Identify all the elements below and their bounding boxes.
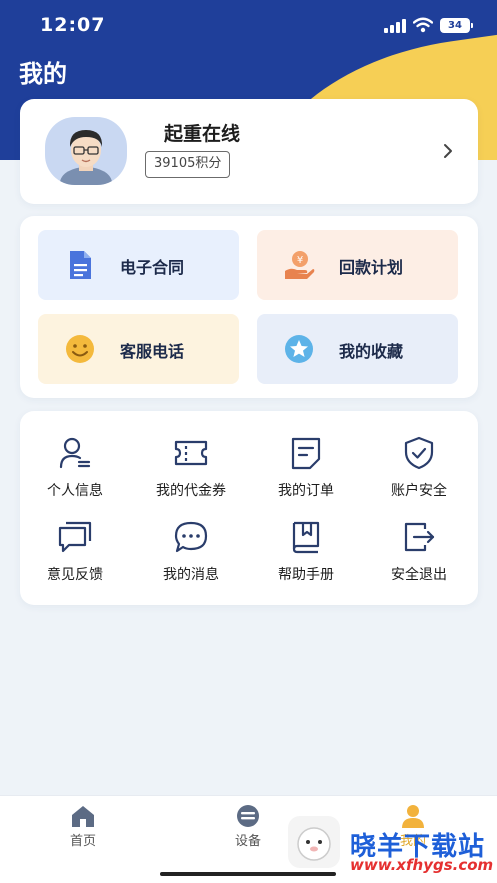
quick-action-label: 客服电话 bbox=[120, 342, 185, 361]
service-label: 个人信息 bbox=[47, 483, 103, 499]
device-icon bbox=[237, 805, 259, 827]
svg-text:¥: ¥ bbox=[297, 255, 303, 266]
smiley-service-icon bbox=[66, 335, 94, 363]
profile-card[interactable]: 起重在线 39105积分 bbox=[20, 99, 478, 204]
voucher-icon bbox=[174, 440, 208, 466]
quick-action-customer-service[interactable]: 客服电话 bbox=[38, 314, 239, 384]
service-personal-info[interactable]: 个人信息 bbox=[25, 435, 125, 507]
watermark-url: www.xfhygs.com bbox=[350, 856, 494, 874]
services-card: 个人信息 我的代金券 我的订单 账户安全 意见反馈 我的消息 帮助手册 安全退出 bbox=[20, 411, 478, 605]
tab-device[interactable]: 设备 bbox=[208, 804, 288, 849]
points-badge: 39105积分 bbox=[145, 151, 231, 178]
avatar bbox=[45, 117, 127, 185]
page-title: 我的 bbox=[19, 60, 67, 88]
service-label: 我的订单 bbox=[278, 483, 334, 499]
battery-icon: 34 bbox=[440, 18, 473, 33]
star-favorite-icon bbox=[285, 335, 313, 363]
service-feedback[interactable]: 意见反馈 bbox=[25, 519, 125, 591]
quick-actions-card: 电子合同 ¥ 回款计划 客服电话 我的收藏 bbox=[20, 216, 478, 398]
service-help-manual[interactable]: 帮助手册 bbox=[256, 519, 356, 591]
sheep-mascot-icon bbox=[288, 816, 340, 868]
service-label: 我的代金券 bbox=[156, 483, 226, 499]
watermark-logo: 晓羊下载站 www.xfhygs.com bbox=[288, 812, 497, 878]
cellular-signal-icon bbox=[384, 19, 406, 33]
service-account-security[interactable]: 账户安全 bbox=[369, 435, 469, 507]
message-bubble-icon bbox=[174, 521, 208, 553]
wifi-icon bbox=[413, 17, 433, 33]
quick-action-label: 电子合同 bbox=[120, 258, 185, 277]
home-indicator bbox=[160, 872, 336, 876]
service-label: 账户安全 bbox=[391, 483, 447, 499]
service-label: 我的消息 bbox=[163, 567, 219, 583]
payment-hand-icon: ¥ bbox=[285, 251, 315, 279]
quick-action-label: 我的收藏 bbox=[339, 342, 404, 361]
tab-label: 设备 bbox=[234, 834, 261, 849]
feedback-icon bbox=[58, 521, 92, 553]
quick-action-payment-plan[interactable]: ¥ 回款计划 bbox=[257, 230, 458, 300]
order-icon bbox=[291, 437, 321, 470]
logout-icon bbox=[404, 522, 435, 552]
home-icon bbox=[72, 806, 94, 827]
service-label: 意见反馈 bbox=[47, 567, 103, 583]
service-vouchers[interactable]: 我的代金券 bbox=[141, 435, 241, 507]
service-orders[interactable]: 我的订单 bbox=[256, 435, 356, 507]
quick-action-favorites[interactable]: 我的收藏 bbox=[257, 314, 458, 384]
service-label: 安全退出 bbox=[391, 567, 447, 583]
help-book-icon bbox=[292, 521, 320, 554]
tab-label: 首页 bbox=[69, 834, 96, 849]
contract-document-icon bbox=[70, 251, 91, 279]
shield-check-icon bbox=[404, 436, 434, 470]
chevron-right-icon[interactable] bbox=[440, 141, 456, 161]
tab-home[interactable]: 首页 bbox=[43, 804, 123, 849]
username: 起重在线 bbox=[164, 123, 241, 145]
quick-action-contract[interactable]: 电子合同 bbox=[38, 230, 239, 300]
service-logout[interactable]: 安全退出 bbox=[369, 519, 469, 591]
service-label: 帮助手册 bbox=[278, 567, 334, 583]
person-info-icon bbox=[59, 437, 91, 469]
status-time: 12:07 bbox=[40, 14, 106, 36]
quick-action-label: 回款计划 bbox=[339, 258, 404, 277]
service-messages[interactable]: 我的消息 bbox=[141, 519, 241, 591]
status-bar: 12:07 34 bbox=[0, 0, 497, 50]
